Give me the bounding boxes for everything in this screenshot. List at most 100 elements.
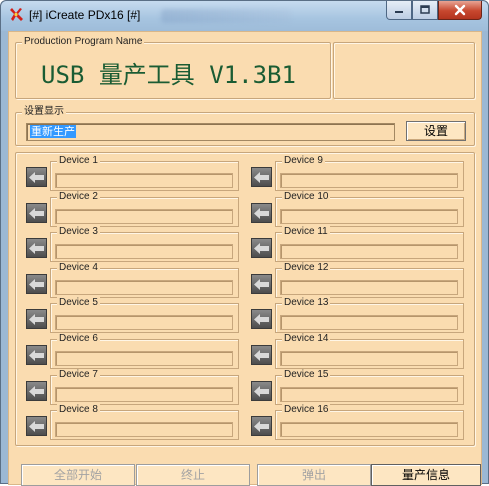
program-title: USB 量产工具 V1.3B1 bbox=[41, 61, 296, 89]
device-label: Device 13 bbox=[282, 297, 331, 309]
device-box: Device 14 bbox=[275, 333, 464, 369]
arrow-left-icon bbox=[251, 238, 272, 258]
device-box: Device 12 bbox=[275, 262, 464, 298]
device-label: Device 4 bbox=[57, 262, 100, 274]
device-slot: Device 12 bbox=[251, 262, 464, 298]
device-status-field bbox=[280, 244, 458, 259]
action-bar: 全部开始 终止 弹出 量产信息 bbox=[9, 464, 483, 486]
device-label: Device 9 bbox=[282, 155, 325, 167]
arrow-left-glyph bbox=[29, 278, 44, 290]
device-slot: Device 10 bbox=[251, 191, 464, 227]
device-label: Device 16 bbox=[282, 404, 331, 416]
arrow-left-icon bbox=[26, 381, 47, 401]
device-slot: Device 2 bbox=[26, 191, 239, 227]
arrow-left-icon bbox=[26, 345, 47, 365]
device-label: Device 1 bbox=[57, 155, 100, 167]
maximize-icon bbox=[420, 5, 430, 14]
device-slot: Device 8 bbox=[26, 404, 239, 440]
device-slot: Device 1 bbox=[26, 155, 239, 191]
device-status-field bbox=[55, 315, 233, 330]
device-slot: Device 5 bbox=[26, 297, 239, 333]
minimize-icon bbox=[395, 11, 403, 13]
device-label: Device 5 bbox=[57, 297, 100, 309]
arrow-left-glyph bbox=[254, 420, 269, 432]
device-box: Device 13 bbox=[275, 297, 464, 333]
settings-button[interactable]: 设置 bbox=[406, 121, 466, 141]
device-slot: Device 16 bbox=[251, 404, 464, 440]
arrow-left-icon bbox=[251, 274, 272, 294]
arrow-left-glyph bbox=[254, 242, 269, 254]
device-status-field bbox=[280, 315, 458, 330]
program-name-group: Production Program Name USB 量产工具 V1.3B1 bbox=[15, 36, 331, 99]
arrow-left-icon bbox=[251, 345, 272, 365]
device-status-field bbox=[280, 173, 458, 188]
minimize-button[interactable] bbox=[386, 1, 412, 20]
device-slot: Device 4 bbox=[26, 262, 239, 298]
arrow-left-glyph bbox=[29, 349, 44, 361]
device-slot: Device 11 bbox=[251, 226, 464, 262]
caption-buttons bbox=[386, 1, 482, 21]
device-box: Device 4 bbox=[50, 262, 239, 298]
device-slot: Device 14 bbox=[251, 333, 464, 369]
device-box: Device 6 bbox=[50, 333, 239, 369]
arrow-left-icon bbox=[26, 167, 47, 187]
tool-icon bbox=[10, 8, 23, 21]
device-slot: Device 6 bbox=[26, 333, 239, 369]
device-slot: Device 15 bbox=[251, 369, 464, 405]
device-label: Device 7 bbox=[57, 369, 100, 381]
settings-value: 重新生产 bbox=[30, 125, 76, 138]
device-label: Device 2 bbox=[57, 191, 100, 203]
settings-input[interactable]: 重新生产 bbox=[26, 123, 395, 141]
device-label: Device 14 bbox=[282, 333, 331, 345]
arrow-left-icon bbox=[251, 381, 272, 401]
client-area: Production Program Name USB 量产工具 V1.3B1 … bbox=[8, 31, 483, 486]
arrow-left-glyph bbox=[29, 420, 44, 432]
arrow-left-glyph bbox=[254, 171, 269, 183]
device-box: Device 8 bbox=[50, 404, 239, 440]
device-status-field bbox=[55, 280, 233, 295]
program-name-legend: Production Program Name bbox=[22, 36, 145, 48]
settings-legend: 设置显示 bbox=[22, 106, 66, 118]
arrow-left-icon bbox=[26, 203, 47, 223]
device-status-field bbox=[280, 387, 458, 402]
device-label: Device 3 bbox=[57, 226, 100, 238]
production-info-button[interactable]: 量产信息 bbox=[371, 464, 481, 486]
app-window: [#] iCreate PDx16 [#] Production Program… bbox=[0, 0, 489, 486]
device-box: Device 9 bbox=[275, 155, 464, 191]
device-slot: Device 7 bbox=[26, 369, 239, 405]
device-label: Device 11 bbox=[282, 226, 330, 238]
device-box: Device 10 bbox=[275, 191, 464, 227]
start-all-button[interactable]: 全部开始 bbox=[21, 464, 135, 486]
maximize-button[interactable] bbox=[412, 1, 438, 20]
stop-button[interactable]: 终止 bbox=[136, 464, 250, 486]
title-bar[interactable]: [#] iCreate PDx16 [#] bbox=[1, 1, 488, 31]
arrow-left-icon bbox=[26, 416, 47, 436]
device-box: Device 3 bbox=[50, 226, 239, 262]
arrow-left-glyph bbox=[254, 349, 269, 361]
device-slot: Device 3 bbox=[26, 226, 239, 262]
arrow-left-glyph bbox=[29, 242, 44, 254]
arrow-left-icon bbox=[251, 416, 272, 436]
device-status-field bbox=[55, 387, 233, 402]
close-button[interactable] bbox=[438, 1, 482, 20]
eject-button[interactable]: 弹出 bbox=[257, 464, 371, 486]
arrow-left-glyph bbox=[29, 207, 44, 219]
arrow-left-icon bbox=[26, 309, 47, 329]
arrow-left-glyph bbox=[254, 385, 269, 397]
title-blur bbox=[161, 9, 291, 23]
arrow-left-glyph bbox=[29, 385, 44, 397]
device-status-field bbox=[55, 209, 233, 224]
arrow-left-glyph bbox=[254, 313, 269, 325]
arrow-left-glyph bbox=[29, 313, 44, 325]
device-label: Device 15 bbox=[282, 369, 331, 381]
device-label: Device 8 bbox=[57, 404, 100, 416]
arrow-left-icon bbox=[251, 309, 272, 329]
arrow-left-icon bbox=[26, 274, 47, 294]
device-status-field bbox=[55, 173, 233, 188]
device-label: Device 6 bbox=[57, 333, 100, 345]
arrow-left-glyph bbox=[254, 207, 269, 219]
device-box: Device 1 bbox=[50, 155, 239, 191]
device-box: Device 2 bbox=[50, 191, 239, 227]
device-slot: Device 13 bbox=[251, 297, 464, 333]
device-status-field bbox=[55, 244, 233, 259]
